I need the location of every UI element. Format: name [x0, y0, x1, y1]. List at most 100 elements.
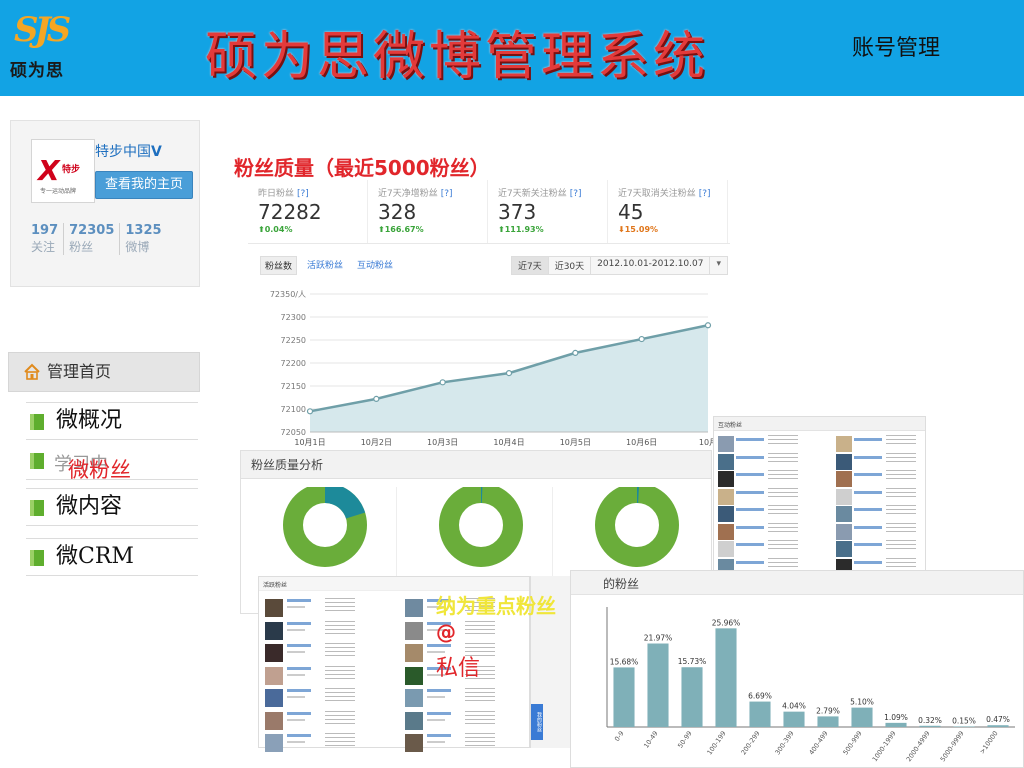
list-item[interactable] — [265, 642, 395, 666]
avatar[interactable] — [836, 453, 852, 470]
data-point[interactable] — [373, 395, 380, 402]
logo[interactable]: SJS 硕为思 — [6, 6, 78, 81]
profile-stat[interactable]: 1325 微博 — [120, 223, 166, 255]
data-point[interactable] — [638, 335, 645, 343]
avatar[interactable] — [405, 666, 423, 685]
help-icon[interactable]: [?] — [570, 189, 582, 199]
avatar[interactable] — [405, 599, 423, 617]
list-item[interactable] — [405, 620, 535, 644]
avatar[interactable] — [405, 689, 423, 707]
avatar[interactable] — [718, 471, 734, 487]
mark-key-fans-label[interactable]: 纳为重点粉丝 — [436, 590, 556, 619]
avatar[interactable] — [265, 599, 283, 617]
summary-stat-value: 373 — [498, 200, 537, 224]
help-icon[interactable]: [?] — [441, 189, 453, 199]
profile-stat-label: 微博 — [125, 240, 150, 254]
bar[interactable] — [919, 725, 941, 727]
summary-stat-label: 近7天新关注粉丝 [?] — [498, 186, 597, 199]
list-item[interactable] — [265, 620, 395, 644]
data-point[interactable] — [505, 370, 513, 377]
logo-mark: SJS — [14, 10, 71, 50]
x-tick-label: 10-49 — [642, 730, 659, 750]
help-icon[interactable]: [?] — [297, 189, 309, 199]
avatar[interactable] — [836, 471, 852, 487]
avatar[interactable] — [405, 621, 423, 640]
list-item[interactable] — [265, 687, 395, 711]
profile-stat[interactable]: 72305 粉丝 — [64, 223, 121, 255]
summary-stat-label: 近7天净增粉丝 [?] — [378, 186, 477, 199]
bar[interactable] — [647, 643, 669, 727]
bar[interactable] — [681, 667, 703, 727]
data-point[interactable] — [704, 322, 712, 329]
list-item[interactable] — [405, 687, 535, 711]
help-icon[interactable]: [?] — [699, 189, 711, 199]
row-name-placeholder — [854, 560, 882, 564]
avatar[interactable] — [405, 711, 423, 730]
avatar[interactable] — [265, 734, 283, 752]
bar[interactable] — [851, 707, 873, 727]
nav-item-fans[interactable]: 微粉丝 — [68, 454, 131, 484]
avatar[interactable] — [405, 734, 423, 752]
summary-stat-change: ⬆166.67% — [378, 225, 477, 234]
row-info-placeholder — [465, 688, 495, 702]
mention-label[interactable]: @ — [436, 620, 456, 644]
row-info-placeholder — [768, 452, 798, 465]
bar[interactable] — [783, 711, 805, 727]
row-name-placeholder — [736, 543, 764, 546]
avatar[interactable] — [836, 488, 852, 505]
bar[interactable] — [817, 716, 839, 727]
avatar[interactable] — [718, 436, 734, 452]
avatar[interactable] — [718, 541, 734, 557]
avatar[interactable] — [718, 453, 734, 470]
row-info-placeholder — [325, 620, 355, 635]
list-item[interactable] — [265, 732, 395, 756]
avatar[interactable] — [265, 621, 283, 640]
bar[interactable] — [613, 667, 635, 727]
bar[interactable] — [885, 722, 907, 727]
list-item[interactable] — [265, 710, 395, 734]
avatar[interactable] — [836, 541, 852, 557]
list-item[interactable] — [405, 732, 535, 756]
data-point[interactable] — [439, 379, 446, 386]
profile-name[interactable]: 特步中国V — [95, 141, 162, 161]
bar[interactable] — [953, 726, 975, 727]
list-item[interactable] — [265, 597, 395, 621]
bar[interactable] — [987, 725, 1009, 727]
avatar[interactable]: X 特步 专一运动品牌 — [31, 139, 95, 203]
avatar[interactable] — [405, 644, 423, 662]
row-info-placeholder — [768, 487, 798, 500]
direct-message-label[interactable]: 私信 — [436, 650, 480, 682]
verified-icon: V — [151, 144, 162, 160]
avatar[interactable] — [265, 666, 283, 685]
row-name-placeholder — [287, 689, 311, 692]
data-point[interactable] — [306, 408, 314, 415]
my-fans-side-tab[interactable]: 我的粉丝 — [531, 704, 543, 740]
bar[interactable] — [715, 628, 737, 727]
avatar[interactable] — [836, 506, 852, 522]
bar-data-label: 4.04% — [782, 702, 806, 711]
avatar[interactable] — [265, 689, 283, 707]
avatar[interactable] — [265, 711, 283, 730]
nav-item-crm[interactable]: 微CRM — [26, 538, 198, 576]
avatar[interactable] — [718, 506, 734, 522]
nav-home[interactable]: 管理首页 — [8, 352, 200, 392]
nav-item-overview[interactable]: 微概况 — [26, 402, 198, 440]
account-link[interactable]: 账号管理 — [852, 30, 940, 62]
x-tick-label: 10月3日 — [427, 438, 458, 447]
avatar[interactable] — [836, 523, 852, 540]
list-item[interactable] — [265, 665, 395, 689]
row-name-placeholder — [427, 734, 451, 737]
list-item[interactable] — [405, 710, 535, 734]
avatar[interactable] — [836, 436, 852, 452]
summary-stat-value: 45 — [618, 200, 644, 224]
row-name-placeholder — [736, 490, 764, 494]
bar[interactable] — [749, 701, 771, 727]
summary-stat: 近7天取消关注粉丝 [?] 45 ⬇15.09% — [608, 180, 728, 243]
avatar[interactable] — [265, 644, 283, 662]
nav-item-content[interactable]: 微内容 — [26, 488, 198, 526]
data-point[interactable] — [572, 349, 579, 356]
avatar[interactable] — [718, 488, 734, 505]
avatar[interactable] — [718, 523, 734, 540]
view-homepage-button[interactable]: 查看我的主页 — [95, 171, 193, 199]
profile-stat[interactable]: 197 关注 — [31, 223, 65, 255]
